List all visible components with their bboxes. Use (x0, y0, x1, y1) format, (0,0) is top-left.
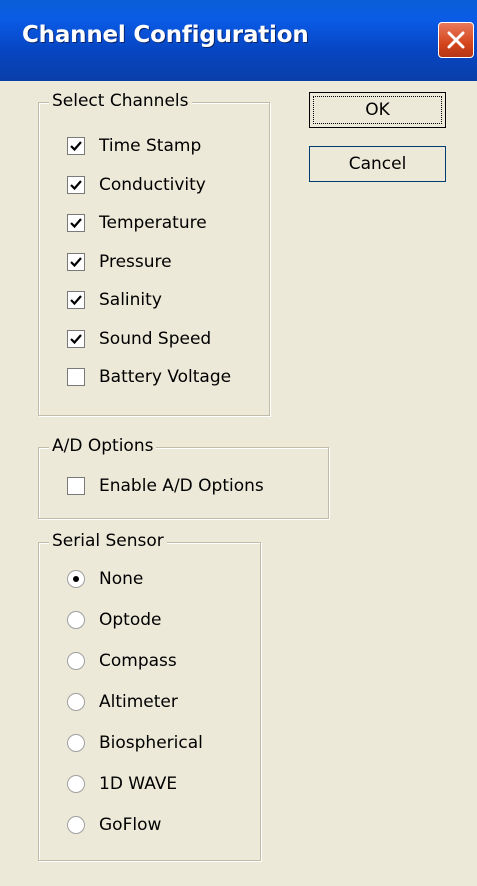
radio-button[interactable] (67, 570, 85, 588)
radio-button[interactable] (67, 734, 85, 752)
close-icon (447, 31, 465, 49)
serial-sensor-option-biospherical[interactable]: Biospherical (67, 730, 203, 756)
checkbox[interactable] (67, 137, 85, 155)
check-icon (70, 218, 82, 229)
radio-label: None (99, 569, 144, 589)
radio-button[interactable] (67, 816, 85, 834)
close-button[interactable] (438, 22, 474, 58)
radio-button[interactable] (67, 652, 85, 670)
serial-sensor-option-optode[interactable]: Optode (67, 607, 162, 633)
checkbox-label: Battery Voltage (99, 367, 232, 387)
serial-sensor-option-goflow[interactable]: GoFlow (67, 812, 161, 838)
check-icon (70, 256, 82, 267)
checkbox[interactable] (67, 252, 85, 271)
checkbox[interactable] (67, 214, 85, 232)
checkbox[interactable] (67, 368, 85, 386)
channel-temperature[interactable]: Temperature (67, 210, 207, 236)
window-title: Channel Configuration (22, 22, 309, 48)
checkbox-label: Pressure (99, 251, 172, 272)
checkbox-label: Sound Speed (99, 328, 212, 349)
checkbox[interactable] (67, 477, 85, 495)
serial-sensor-label: Serial Sensor (49, 531, 167, 551)
radio-button[interactable] (67, 611, 85, 629)
radio-button[interactable] (67, 693, 85, 711)
channel-pressure[interactable]: Pressure (67, 249, 172, 275)
ok-button[interactable]: OK (309, 92, 446, 128)
checkbox-label: Temperature (99, 213, 207, 233)
serial-sensor-option-compass[interactable]: Compass (67, 648, 177, 674)
radio-label: GoFlow (99, 815, 162, 835)
checkbox[interactable] (67, 175, 85, 194)
radio-button[interactable] (67, 775, 85, 793)
checkbox[interactable] (67, 291, 85, 309)
checkbox-label: Conductivity (99, 174, 206, 195)
channel-sound-speed[interactable]: Sound Speed (67, 326, 211, 352)
title-bar[interactable]: Channel Configuration (0, 0, 477, 81)
check-icon (70, 333, 82, 344)
channel-salinity[interactable]: Salinity (67, 287, 162, 313)
dialog-window: Channel Configuration OK Cancel Select C… (0, 0, 477, 886)
radio-label: Biospherical (99, 733, 203, 753)
checkbox-label: Enable A/D Options (99, 476, 264, 496)
cancel-button-label: Cancel (348, 154, 407, 174)
radio-label: Altimeter (99, 692, 178, 712)
serial-sensor-option-altimeter[interactable]: Altimeter (67, 689, 178, 715)
radio-dot-icon (73, 576, 79, 582)
radio-label: 1D WAVE (99, 774, 178, 794)
checkbox-label: Time Stamp (99, 136, 202, 156)
dialog-client-area: OK Cancel Select Channels A/D Options Se… (3, 81, 474, 883)
cancel-button[interactable]: Cancel (309, 146, 446, 182)
radio-label: Compass (99, 651, 177, 671)
radio-label: Optode (99, 610, 162, 630)
channel-time-stamp[interactable]: Time Stamp (67, 133, 201, 159)
serial-sensor-option-none[interactable]: None (67, 566, 143, 592)
check-icon (70, 295, 82, 306)
ad-option-enable-a-d-options[interactable]: Enable A/D Options (67, 473, 264, 499)
serial-sensor-option-1d-wave[interactable]: 1D WAVE (67, 771, 177, 797)
ad-options-label: A/D Options (49, 436, 157, 456)
checkbox-label: Salinity (99, 290, 162, 310)
channel-conductivity[interactable]: Conductivity (67, 172, 206, 198)
channel-battery-voltage[interactable]: Battery Voltage (67, 364, 231, 390)
checkbox[interactable] (67, 329, 85, 348)
check-icon (70, 141, 82, 152)
select-channels-label: Select Channels (49, 91, 192, 111)
check-icon (70, 179, 82, 190)
